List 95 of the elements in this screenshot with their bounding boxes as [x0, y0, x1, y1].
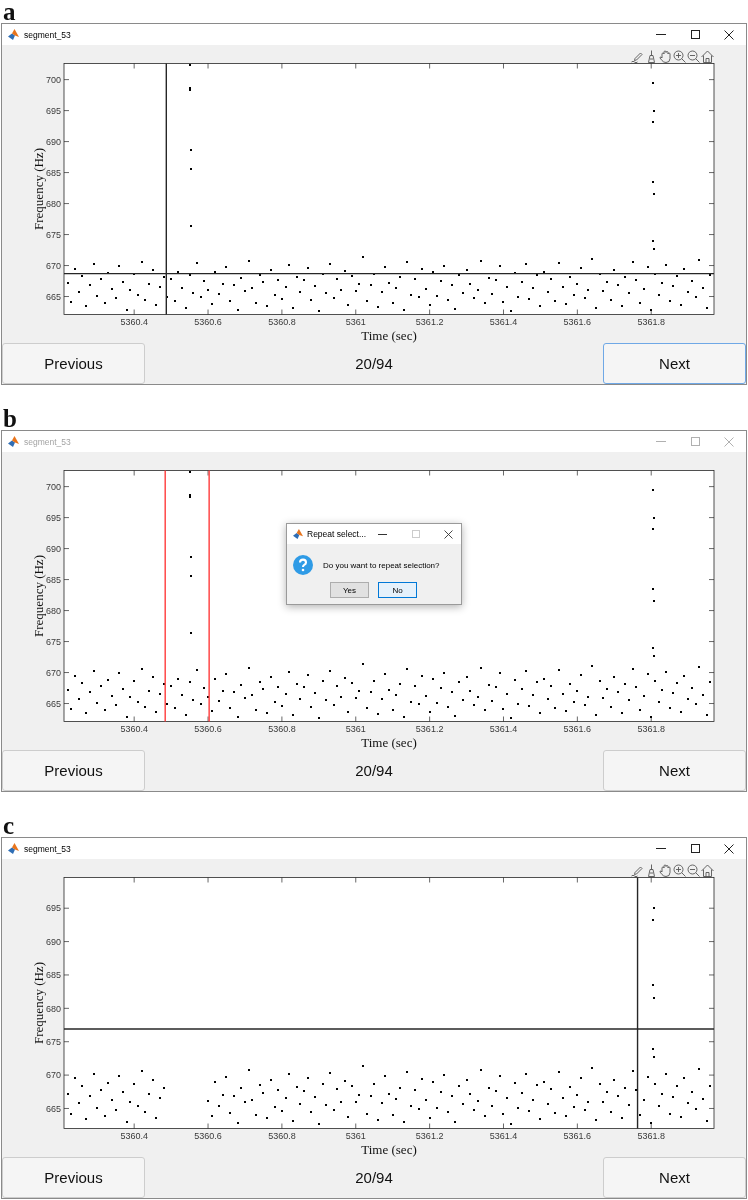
- x-tick-label: 5360.8: [268, 1131, 296, 1141]
- panel-label: a: [3, 0, 16, 23]
- window-title: segment_53: [24, 29, 71, 40]
- x-tick-label: 5361.4: [489, 317, 518, 327]
- x-tick-label: 5361.8: [637, 1131, 665, 1141]
- y-tick-label: 665: [45, 698, 61, 709]
- y-tick-label: 685: [45, 167, 61, 178]
- zoom-in-icon[interactable]: [673, 50, 686, 63]
- y-tick-label: 680: [45, 605, 61, 616]
- x-axis-title: Time (sec): [361, 328, 417, 343]
- app-icon: [293, 529, 303, 539]
- pencil-icon[interactable]: [631, 864, 644, 877]
- zoom-out-icon[interactable]: [687, 50, 700, 63]
- next-button[interactable]: Next: [603, 1157, 746, 1198]
- maximize-icon[interactable]: [690, 30, 700, 39]
- previous-button[interactable]: Previous: [2, 1157, 145, 1198]
- x-tick-label: 5361.4: [489, 1131, 518, 1141]
- x-tick-label: 5360.6: [194, 1131, 222, 1141]
- y-tick-label: 695: [45, 512, 61, 523]
- home-icon[interactable]: [701, 864, 714, 877]
- x-tick-label: 5361.6: [563, 317, 592, 327]
- hand-icon[interactable]: [659, 50, 672, 63]
- y-axis-title: Frequency (Hz): [31, 962, 46, 1044]
- home-icon[interactable]: [701, 50, 714, 63]
- close-icon[interactable]: [724, 29, 734, 40]
- page-counter: 20/94: [354, 355, 394, 372]
- y-tick-label: 695: [45, 105, 61, 116]
- y-axis-title: Frequency (Hz): [31, 148, 46, 230]
- x-axis-title: Time (sec): [361, 1142, 417, 1157]
- page-counter: 20/94: [354, 762, 394, 779]
- dialog-message: Do you want to repeat selection?: [323, 560, 440, 570]
- page-counter: 20/94: [354, 1169, 394, 1186]
- y-tick-label: 690: [45, 136, 61, 147]
- hand-icon[interactable]: [659, 864, 672, 877]
- dialog-title: Repeat select...: [307, 529, 367, 539]
- y-tick-label: 695: [45, 903, 61, 914]
- y-axis-title: Frequency (Hz): [31, 555, 46, 637]
- y-tick-label: 700: [45, 74, 61, 85]
- y-tick-label: 675: [45, 1036, 61, 1047]
- y-tick-label: 670: [45, 260, 61, 271]
- previous-button[interactable]: Previous: [2, 343, 145, 384]
- x-tick-label: 5360.6: [194, 724, 222, 734]
- window-title: segment_53: [24, 843, 71, 854]
- zoom-out-icon[interactable]: [687, 864, 700, 877]
- dialog-button[interactable]: No: [378, 582, 417, 598]
- y-tick-label: 685: [45, 574, 61, 585]
- x-tick-label: 5361.8: [637, 724, 665, 734]
- app-icon: [8, 843, 19, 854]
- pencil-icon[interactable]: [631, 50, 644, 63]
- x-tick-label: 5360.8: [268, 317, 296, 327]
- y-tick-label: 685: [45, 970, 61, 981]
- x-axis-title: Time (sec): [361, 735, 417, 750]
- zoom-in-icon[interactable]: [673, 864, 686, 877]
- brush-icon[interactable]: [645, 864, 658, 877]
- y-tick-label: 670: [45, 667, 61, 678]
- panel-label: b: [3, 407, 17, 430]
- x-tick-label: 5360.6: [194, 317, 222, 327]
- y-tick-label: 680: [45, 198, 61, 209]
- y-tick-label: 690: [45, 543, 61, 554]
- x-tick-label: 5361.4: [489, 724, 518, 734]
- previous-button[interactable]: Previous: [2, 750, 145, 791]
- x-tick-label: 5361.2: [415, 724, 444, 734]
- x-tick-label: 5360.4: [120, 317, 148, 327]
- question-icon: [293, 555, 313, 575]
- y-tick-label: 680: [45, 1003, 61, 1014]
- y-tick-label: 665: [45, 1103, 61, 1114]
- x-tick-label: 5361.6: [563, 1131, 592, 1141]
- x-tick-label: 5360.8: [268, 724, 296, 734]
- y-tick-label: 665: [45, 291, 61, 302]
- brush-icon[interactable]: [645, 50, 658, 63]
- y-tick-label: 675: [45, 229, 61, 240]
- close-icon[interactable]: [444, 529, 454, 539]
- x-tick-label: 5361: [345, 1131, 366, 1141]
- y-tick-label: 690: [45, 936, 61, 947]
- x-tick-label: 5361: [345, 317, 366, 327]
- minimize-icon[interactable]: [378, 533, 388, 535]
- x-tick-label: 5361.6: [563, 724, 592, 734]
- app-icon: [8, 29, 19, 40]
- next-button[interactable]: Next: [603, 750, 746, 791]
- x-tick-label: 5361.2: [415, 1131, 444, 1141]
- x-tick-label: 5361.2: [415, 317, 444, 327]
- app-icon: [8, 436, 19, 447]
- y-tick-label: 670: [45, 1070, 61, 1081]
- x-tick-label: 5361.8: [637, 317, 665, 327]
- y-tick-label: 675: [45, 636, 61, 647]
- maximize-icon[interactable]: [690, 844, 700, 853]
- x-tick-label: 5360.4: [120, 724, 148, 734]
- x-tick-label: 5360.4: [120, 1131, 148, 1141]
- y-tick-label: 700: [45, 481, 61, 492]
- next-button[interactable]: Next: [603, 343, 746, 384]
- x-tick-label: 5361: [345, 724, 366, 734]
- window-title: segment_53: [24, 436, 71, 447]
- dialog-button[interactable]: Yes: [330, 582, 369, 598]
- close-icon[interactable]: [724, 843, 734, 854]
- panel-label: c: [3, 814, 15, 837]
